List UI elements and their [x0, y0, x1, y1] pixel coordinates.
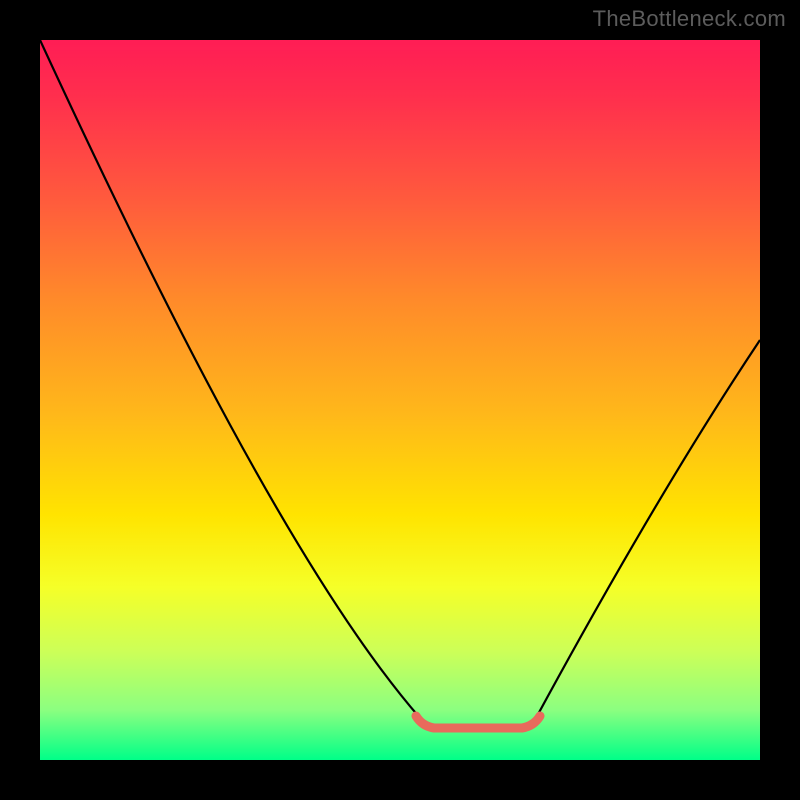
watermark-text: TheBottleneck.com: [593, 6, 786, 32]
left-curve: [40, 40, 420, 718]
plot-area: [40, 40, 760, 760]
bottom-valley-segment: [416, 716, 540, 728]
right-curve: [536, 340, 760, 718]
curves-layer: [40, 40, 760, 760]
chart-frame: TheBottleneck.com: [0, 0, 800, 800]
